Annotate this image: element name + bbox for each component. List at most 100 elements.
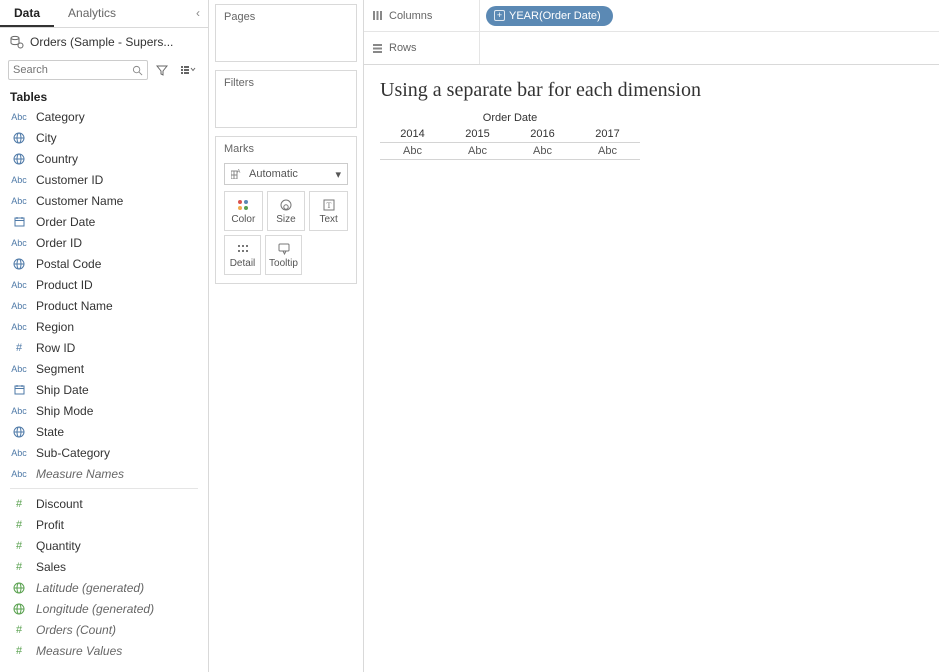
- datasource-item[interactable]: Orders (Sample - Supers...: [0, 28, 208, 56]
- view-menu-icon[interactable]: [176, 62, 200, 78]
- globe-type-icon: [10, 582, 28, 594]
- year-header-cell[interactable]: 2017: [575, 126, 640, 143]
- number-type-icon: #: [10, 516, 28, 534]
- field-label: Measure Values: [36, 642, 122, 660]
- field-item[interactable]: Longitude (generated): [0, 598, 208, 619]
- mark-text-button[interactable]: T Text: [309, 191, 348, 231]
- shelves: Columns + YEAR(Order Date) Rows: [364, 0, 939, 65]
- year-header-cell[interactable]: 2014: [380, 126, 445, 143]
- field-item[interactable]: AbcSub-Category: [0, 442, 208, 463]
- number-type-icon: #: [10, 537, 28, 555]
- field-label: Latitude (generated): [36, 579, 144, 597]
- rows-shelf[interactable]: Rows: [364, 32, 939, 64]
- field-item[interactable]: Postal Code: [0, 253, 208, 274]
- field-item[interactable]: AbcMeasure Names: [0, 463, 208, 484]
- number-type-icon: #: [10, 339, 28, 357]
- abc-type-icon: Abc: [10, 276, 28, 294]
- columns-shelf-label: Columns: [364, 0, 480, 31]
- abc-cell[interactable]: Abc: [445, 143, 510, 160]
- mark-color-label: Color: [231, 214, 255, 225]
- number-type-icon: #: [10, 642, 28, 660]
- field-item[interactable]: State: [0, 421, 208, 442]
- field-label: Order ID: [36, 234, 82, 252]
- field-item[interactable]: AbcProduct Name: [0, 295, 208, 316]
- year-header-cell[interactable]: 2016: [510, 126, 575, 143]
- field-item[interactable]: Abc Segment: [0, 358, 208, 379]
- field-item[interactable]: Country: [0, 148, 208, 169]
- field-label: Region: [36, 318, 74, 336]
- field-label: State: [36, 423, 64, 441]
- field-item[interactable]: Abc Ship Mode: [0, 400, 208, 421]
- calendar-type-icon: [10, 216, 28, 227]
- tables-heading: Tables: [0, 86, 208, 106]
- columns-shelf-content[interactable]: + YEAR(Order Date): [480, 6, 939, 26]
- field-item[interactable]: Ship Date: [0, 379, 208, 400]
- field-label: Orders (Count): [36, 621, 116, 639]
- rows-shelf-label: Rows: [364, 32, 480, 64]
- field-item[interactable]: #Sales: [0, 556, 208, 577]
- text-icon: T: [322, 197, 336, 213]
- abc-cell[interactable]: Abc: [510, 143, 575, 160]
- columns-shelf[interactable]: Columns + YEAR(Order Date): [364, 0, 939, 32]
- field-label: Sales: [36, 558, 66, 576]
- field-label: Ship Date: [36, 381, 89, 399]
- viz-title[interactable]: Using a separate bar for each dimension: [380, 79, 923, 102]
- number-type-icon: #: [10, 621, 28, 639]
- abc-type-icon: Abc: [10, 402, 28, 420]
- year-order-date-pill[interactable]: + YEAR(Order Date): [486, 6, 613, 26]
- field-item[interactable]: AbcCustomer Name: [0, 190, 208, 211]
- field-item[interactable]: #Discount: [0, 493, 208, 514]
- field-label: Measure Names: [36, 465, 124, 483]
- abc-cell[interactable]: Abc: [380, 143, 445, 160]
- field-label: Customer Name: [36, 192, 123, 210]
- mark-size-button[interactable]: Size: [267, 191, 306, 231]
- pages-card-title: Pages: [216, 5, 356, 29]
- field-item[interactable]: AbcCustomer ID: [0, 169, 208, 190]
- field-item[interactable]: Order Date: [0, 211, 208, 232]
- field-item[interactable]: City: [0, 127, 208, 148]
- field-item[interactable]: AbcCategory: [0, 106, 208, 127]
- marks-card-title: Marks: [216, 137, 356, 161]
- mark-color-button[interactable]: Color: [224, 191, 263, 231]
- filters-card[interactable]: Filters: [215, 70, 357, 128]
- marks-select-label: Automatic: [249, 168, 298, 180]
- pages-card[interactable]: Pages: [215, 4, 357, 62]
- data-pane: Data Analytics ‹ Orders (Sample - Supers…: [0, 0, 209, 672]
- year-header-cell[interactable]: 2015: [445, 126, 510, 143]
- field-item[interactable]: AbcRegion: [0, 316, 208, 337]
- viz-headers: Order Date 2014 2015 2016 2017 Abc Abc A…: [380, 112, 923, 160]
- field-label: Sub-Category: [36, 444, 110, 462]
- globe-type-icon: [10, 426, 28, 438]
- filter-icon[interactable]: [152, 62, 172, 78]
- field-item[interactable]: # Orders (Count): [0, 619, 208, 640]
- main-area: Columns + YEAR(Order Date) Rows: [364, 0, 939, 672]
- abc-cell[interactable]: Abc: [575, 143, 640, 160]
- mark-detail-button[interactable]: Detail: [224, 235, 261, 275]
- collapse-sidebar-button[interactable]: ‹: [188, 0, 208, 27]
- field-item[interactable]: Abc Order ID: [0, 232, 208, 253]
- tab-data[interactable]: Data: [0, 0, 54, 27]
- abc-type-icon: Abc: [10, 360, 28, 378]
- field-item[interactable]: #Row ID: [0, 337, 208, 358]
- marks-type-select[interactable]: A Automatic ▾: [224, 163, 348, 185]
- field-label: Postal Code: [36, 255, 101, 273]
- search-icon: [132, 65, 143, 76]
- search-box[interactable]: [8, 60, 148, 80]
- field-label: Segment: [36, 360, 84, 378]
- abc-type-icon: Abc: [10, 234, 28, 252]
- abc-row: Abc Abc Abc Abc: [380, 143, 640, 160]
- field-item[interactable]: #Quantity: [0, 535, 208, 556]
- field-label: Customer ID: [36, 171, 103, 189]
- mark-tooltip-button[interactable]: Tooltip: [265, 235, 302, 275]
- field-item[interactable]: #Profit: [0, 514, 208, 535]
- field-item[interactable]: AbcProduct ID: [0, 274, 208, 295]
- field-item[interactable]: Latitude (generated): [0, 577, 208, 598]
- pill-expand-icon[interactable]: +: [494, 10, 505, 21]
- datasource-icon: [10, 35, 24, 49]
- search-input[interactable]: [13, 64, 130, 76]
- field-item[interactable]: # Measure Values: [0, 640, 208, 661]
- tab-analytics[interactable]: Analytics: [54, 0, 130, 27]
- field-label: Ship Mode: [36, 402, 93, 420]
- automatic-mark-icon: A: [231, 169, 241, 179]
- mark-size-label: Size: [276, 214, 295, 225]
